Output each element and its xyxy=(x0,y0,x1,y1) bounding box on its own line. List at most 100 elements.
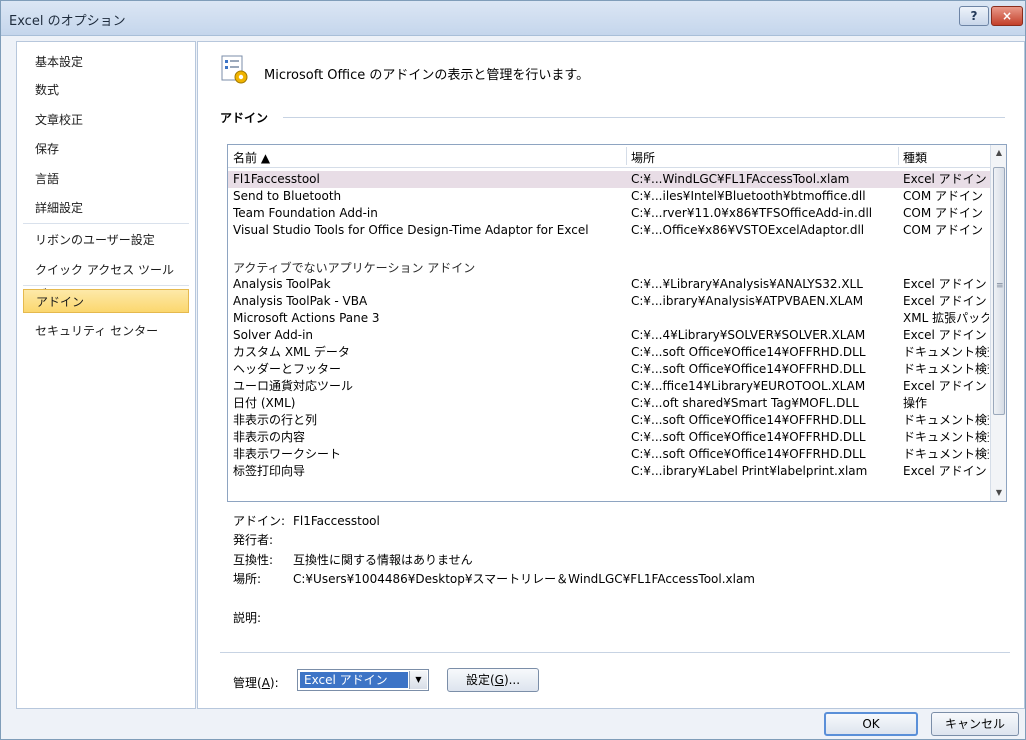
column-header-name[interactable]: 名前 ▲ xyxy=(233,149,270,166)
item-name: 日付 (XML) xyxy=(233,396,296,410)
list-header: 名前 ▲ 場所 種類 xyxy=(228,145,990,168)
list-item[interactable]: Analysis ToolPak - VBA C:¥...ibrary¥Anal… xyxy=(228,293,990,310)
nav-add-ins[interactable]: アドイン xyxy=(23,289,189,313)
item-name: Send to Bluetooth xyxy=(233,189,342,203)
nav-customize-ribbon[interactable]: リボンのユーザー設定 xyxy=(23,228,189,252)
item-name: Fl1Faccesstool xyxy=(233,172,320,186)
list-item[interactable]: 非表示ワークシート C:¥...soft Office¥Office14¥OFF… xyxy=(228,446,990,463)
item-type: ドキュメント検査 xyxy=(903,447,989,461)
detail-label: 説明: xyxy=(233,611,262,625)
detail-description: 説明: xyxy=(233,609,293,626)
item-name: 非表示の行と列 xyxy=(233,413,318,427)
column-divider[interactable] xyxy=(898,147,899,165)
detail-value: Fl1Faccesstool xyxy=(293,514,380,528)
options-sidebar: 基本設定 数式 文章校正 保存 言語 詳細設定 リボンのユーザー設定 クイック … xyxy=(16,41,196,709)
help-button[interactable]: ? xyxy=(959,6,989,26)
list-item[interactable]: 非表示の内容 C:¥...soft Office¥Office14¥OFFRHD… xyxy=(228,429,990,446)
list-item[interactable]: 标签打印向导 C:¥...ibrary¥Label Print¥labelpri… xyxy=(228,463,990,480)
nav-general[interactable]: 基本設定 xyxy=(23,50,189,74)
item-name: カスタム XML データ xyxy=(233,345,350,359)
item-location: C:¥...soft Office¥Office14¥OFFRHD.DLL xyxy=(631,447,866,461)
detail-publisher: 発行者: xyxy=(233,531,293,548)
item-location: C:¥...iles¥Intel¥Bluetooth¥btmoffice.dll xyxy=(631,189,866,203)
item-location: C:¥...soft Office¥Office14¥OFFRHD.DLL xyxy=(631,413,866,427)
scroll-up-arrow-icon[interactable]: ▲ xyxy=(991,145,1006,161)
close-button[interactable]: × xyxy=(991,6,1023,26)
nav-quick-access-toolbar[interactable]: クイック アクセス ツール バー xyxy=(23,258,189,301)
item-type: ドキュメント検査 xyxy=(903,430,989,444)
list-item[interactable]: カスタム XML データ C:¥...soft Office¥Office14¥… xyxy=(228,344,990,361)
item-location: C:¥...4¥Library¥SOLVER¥SOLVER.XLAM xyxy=(631,328,866,342)
item-location: C:¥...soft Office¥Office14¥OFFRHD.DLL xyxy=(631,345,866,359)
item-name: Analysis ToolPak - VBA xyxy=(233,294,368,308)
list-item[interactable]: Send to Bluetooth C:¥...iles¥Intel¥Bluet… xyxy=(228,188,990,205)
detail-value: 互換性に関する情報はありません xyxy=(293,553,473,567)
nav-separator xyxy=(23,285,189,286)
list-item[interactable]: Microsoft Actions Pane 3 XML 拡張パック xyxy=(228,310,990,327)
item-type: Excel アドイン xyxy=(903,379,987,393)
column-divider[interactable] xyxy=(626,147,627,165)
cancel-button[interactable]: キャンセル xyxy=(931,712,1019,736)
list-item[interactable]: 非表示の行と列 C:¥...soft Office¥Office14¥OFFRH… xyxy=(228,412,990,429)
manage-divider xyxy=(220,652,1010,653)
item-location: C:¥...¥Library¥Analysis¥ANALYS32.XLL xyxy=(631,277,863,291)
nav-advanced[interactable]: 詳細設定 xyxy=(23,196,189,220)
nav-separator xyxy=(23,223,189,224)
scroll-thumb[interactable]: ≡ xyxy=(993,167,1005,415)
item-name: Microsoft Actions Pane 3 xyxy=(233,311,380,325)
add-ins-gear-icon xyxy=(221,55,248,84)
add-ins-panel: Microsoft Office のアドインの表示と管理を行います。 アドイン … xyxy=(197,41,1025,709)
go-button[interactable]: 設定(G)... xyxy=(447,668,539,692)
item-type: ドキュメント検査 xyxy=(903,413,989,427)
manage-label: 管理(A): xyxy=(233,676,279,690)
list-item[interactable]: ヘッダーとフッター C:¥...soft Office¥Office14¥OFF… xyxy=(228,361,990,378)
panel-header-text: Microsoft Office のアドインの表示と管理を行います。 xyxy=(264,68,590,83)
item-location: C:¥...ffice14¥Library¥EUROTOOL.XLAM xyxy=(631,379,866,393)
item-location: C:¥...soft Office¥Office14¥OFFRHD.DLL xyxy=(631,430,866,444)
list-item[interactable]: Team Foundation Add-in C:¥...rver¥11.0¥x… xyxy=(228,205,990,222)
item-location: C:¥...rver¥11.0¥x86¥TFSOfficeAdd-in.dll xyxy=(631,206,873,220)
dropdown-arrow-icon[interactable]: ▼ xyxy=(409,671,427,689)
item-name: Solver Add-in xyxy=(233,328,314,342)
item-type: COM アドイン xyxy=(903,206,983,220)
item-location: C:¥...oft shared¥Smart Tag¥MOFL.DLL xyxy=(631,396,859,410)
item-location: C:¥...ibrary¥Analysis¥ATPVBAEN.XLAM xyxy=(631,294,864,308)
nav-trust-center[interactable]: セキュリティ センター xyxy=(23,319,189,343)
item-type: Excel アドイン xyxy=(903,464,987,478)
item-type: Excel アドイン xyxy=(903,294,987,308)
manage-select[interactable]: Excel アドイン ▼ xyxy=(297,669,429,691)
add-ins-list[interactable]: 名前 ▲ 場所 種類 Fl1Faccesstool C:¥...WindLGC¥… xyxy=(227,144,1007,502)
nav-language[interactable]: 言語 xyxy=(23,167,189,191)
list-item[interactable]: 日付 (XML) C:¥...oft shared¥Smart Tag¥MOFL… xyxy=(228,395,990,412)
nav-formulas[interactable]: 数式 xyxy=(23,78,189,102)
detail-location: 場所: C:¥Users¥1004486¥Desktop¥スマートリレー＆Wind… xyxy=(233,570,755,587)
manage-selected-value: Excel アドイン xyxy=(300,672,408,688)
item-type: Excel アドイン xyxy=(903,277,987,291)
title-bar[interactable]: Excel のオプション ? × xyxy=(1,1,1025,36)
item-location: C:¥...WindLGC¥FL1FAccessTool.xlam xyxy=(631,172,850,186)
detail-addin: アドイン: Fl1Faccesstool xyxy=(233,512,380,529)
detail-compatibility: 互換性: 互換性に関する情報はありません xyxy=(233,551,473,568)
nav-proofing[interactable]: 文章校正 xyxy=(23,108,189,132)
manage-row: 管理(A): Excel アドイン ▼ 設定(G)... xyxy=(233,666,1003,696)
item-location: C:¥...soft Office¥Office14¥OFFRHD.DLL xyxy=(631,362,866,376)
list-item[interactable]: Fl1Faccesstool C:¥...WindLGC¥FL1FAccessT… xyxy=(228,171,990,188)
list-scrollbar[interactable]: ▲ ≡ ▼ xyxy=(990,145,1006,501)
scroll-down-arrow-icon[interactable]: ▼ xyxy=(991,485,1006,501)
item-name: ヘッダーとフッター xyxy=(233,362,342,376)
column-header-location[interactable]: 場所 xyxy=(631,149,655,166)
detail-value: C:¥Users¥1004486¥Desktop¥スマートリレー＆WindLGC… xyxy=(293,572,755,586)
item-name: 非表示の内容 xyxy=(233,430,306,444)
item-type: COM アドイン xyxy=(903,223,983,237)
nav-save[interactable]: 保存 xyxy=(23,137,189,161)
list-item[interactable]: ユーロ通貨対応ツール C:¥...ffice14¥Library¥EUROTOO… xyxy=(228,378,990,395)
detail-label: 場所: xyxy=(233,572,262,586)
list-item[interactable]: Analysis ToolPak C:¥...¥Library¥Analysis… xyxy=(228,276,990,293)
list-item[interactable]: Visual Studio Tools for Office Design-Ti… xyxy=(228,222,990,239)
list-item[interactable]: Solver Add-in C:¥...4¥Library¥SOLVER¥SOL… xyxy=(228,327,990,344)
column-header-type[interactable]: 種類 xyxy=(903,149,927,166)
item-location: C:¥...ibrary¥Label Print¥labelprint.xlam xyxy=(631,464,868,478)
detail-label: 互換性: xyxy=(233,553,274,567)
ok-button[interactable]: OK xyxy=(824,712,918,736)
item-location: C:¥...Office¥x86¥VSTOExcelAdaptor.dll xyxy=(631,223,865,237)
